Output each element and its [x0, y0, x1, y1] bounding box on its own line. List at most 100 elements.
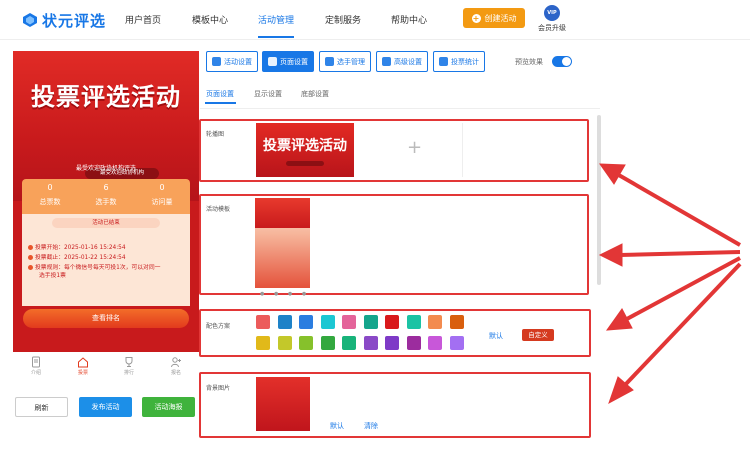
background-default-link[interactable]: 默认: [330, 421, 344, 431]
activity-poster-button[interactable]: 活动海报: [142, 397, 195, 417]
subtab-footer-settings[interactable]: 底部设置: [301, 89, 329, 99]
gear-icon: [268, 57, 277, 66]
preview-effect-label: 预览效果: [515, 58, 543, 66]
banner-upload-slot[interactable]: +: [363, 123, 463, 177]
subtab-active-underline: [205, 102, 236, 104]
color-swatch[interactable]: [363, 336, 378, 350]
create-activity-button[interactable]: + 创建活动: [463, 8, 525, 28]
tab-contestant-management[interactable]: 选手管理: [319, 51, 371, 72]
activity-info-card: 活动已结束 投票开始：2025-01-16 15:24:54 投票截止：2025…: [22, 214, 190, 306]
clock-icon: [28, 245, 33, 250]
color-swatch[interactable]: [299, 336, 313, 350]
color-swatch[interactable]: [406, 336, 421, 350]
person-add-icon: [171, 357, 181, 368]
divider: [200, 108, 600, 109]
background-clear-link[interactable]: 清除: [364, 421, 378, 431]
vote-start-line: 投票开始：2025-01-16 15:24:54: [28, 244, 126, 252]
color-swatch[interactable]: [385, 315, 399, 329]
refresh-button[interactable]: 刷新: [15, 397, 68, 417]
vote-rule-line-cont: 选手投1票: [39, 273, 66, 279]
nav-active-underline: [258, 36, 294, 38]
publish-activity-button[interactable]: 发布活动: [79, 397, 132, 417]
stat-contestants-label: 选手数: [95, 198, 117, 206]
subtab-page-settings[interactable]: 页面设置: [206, 89, 234, 99]
banner-label: 轮播图: [206, 131, 225, 138]
vote-end-line: 投票截止：2025-01-22 15:24:54: [28, 254, 126, 262]
plus-icon: +: [471, 13, 481, 23]
view-ranking-button[interactable]: 查看排名: [23, 309, 189, 328]
tab-signup[interactable]: 报名: [161, 356, 191, 376]
logo-icon: [23, 13, 37, 27]
subtab-display-settings[interactable]: 显示设置: [254, 89, 282, 99]
bar-chart-icon: [439, 57, 448, 66]
tab-activity-settings[interactable]: 活动设置: [206, 51, 258, 72]
nav-template-center[interactable]: 模板中心: [192, 13, 228, 26]
vip-upgrade-label[interactable]: 会员升级: [538, 23, 566, 33]
stat-visits-label: 访问量: [151, 198, 173, 206]
color-swatch[interactable]: [256, 315, 270, 329]
tab-intro[interactable]: 介绍: [21, 356, 51, 376]
info-icon: [28, 265, 33, 270]
nav-user-home[interactable]: 用户首页: [125, 13, 161, 26]
color-swatch[interactable]: [342, 336, 356, 350]
color-swatch[interactable]: [277, 336, 292, 350]
plus-icon: +: [407, 137, 423, 158]
template-thumbnail[interactable]: [255, 198, 310, 288]
home-icon: [78, 357, 88, 368]
document-icon: [32, 356, 40, 368]
activity-ended-badge: 活动已结束: [52, 218, 160, 228]
color-custom-button[interactable]: 自定义: [522, 329, 554, 341]
color-swatch[interactable]: [299, 315, 313, 329]
organization-line: 最受欢迎政协机构评选: [75, 165, 136, 172]
tab-page-settings[interactable]: 页面设置: [262, 51, 314, 72]
sliders-icon: [382, 57, 391, 66]
color-swatch[interactable]: [277, 315, 292, 329]
tab-ranking[interactable]: 排行: [114, 356, 144, 376]
tab-vote[interactable]: 投票: [68, 356, 98, 376]
banner-image-pill: [286, 161, 324, 166]
color-swatch[interactable]: [320, 315, 335, 329]
color-scheme-label: 配色方案: [206, 323, 231, 330]
stats-row: 0 总票数 6 选手数 0 访问量: [22, 179, 190, 214]
preview-toggle[interactable]: [552, 56, 572, 67]
stat-visits-value: 0: [159, 183, 165, 192]
vote-rule-line: 投票规则：每个微信号每天可投1次，可以对同一: [28, 264, 160, 272]
vip-icon[interactable]: VIP: [544, 5, 560, 21]
nav-activity-management[interactable]: 活动管理: [258, 13, 294, 26]
color-swatch[interactable]: [428, 315, 442, 329]
background-image-label: 背景图片: [206, 385, 231, 392]
hero-title: 投票评选活动: [31, 83, 181, 111]
color-swatch[interactable]: [449, 315, 464, 329]
background-image-thumbnail[interactable]: [256, 377, 310, 431]
color-default-link[interactable]: 默认: [489, 331, 503, 341]
annotation-arrows: [598, 163, 742, 405]
template-pager-dots[interactable]: ● ● ● ●: [260, 291, 310, 297]
tab-advanced-settings[interactable]: 高级设置: [376, 51, 428, 72]
nav-help-center[interactable]: 帮助中心: [391, 13, 427, 26]
stat-contestants-value: 6: [103, 183, 109, 192]
banner-image[interactable]: 投票评选活动: [256, 123, 354, 177]
color-swatch[interactable]: [363, 315, 378, 329]
color-swatch[interactable]: [449, 336, 464, 350]
top-navigation-bar: [0, 0, 750, 40]
users-icon: [325, 57, 334, 66]
brand-name: 状元评选: [42, 11, 107, 30]
settings-icon: [212, 57, 221, 66]
color-swatch[interactable]: [406, 315, 421, 329]
template-label: 活动模板: [206, 206, 231, 213]
nav-custom-service[interactable]: 定制服务: [325, 13, 361, 26]
color-swatch[interactable]: [320, 336, 335, 350]
template-thumbnail-header: [255, 198, 310, 228]
create-activity-label: 创建活动: [484, 13, 517, 23]
color-swatch[interactable]: [256, 336, 270, 350]
clock-icon: [28, 255, 33, 260]
color-swatch[interactable]: [342, 315, 356, 329]
color-swatch[interactable]: [385, 336, 399, 350]
stat-total-votes-value: 0: [47, 183, 53, 192]
tab-vote-statistics[interactable]: 投票统计: [433, 51, 485, 72]
phone-preview: 投票评选活动 最受欢迎政协机构 最受欢迎政协机构评选 0 总票数 6 选手数 0…: [13, 51, 199, 352]
brand-logo[interactable]: 状元评选: [22, 9, 106, 31]
color-swatch[interactable]: [428, 336, 442, 350]
stat-total-votes-label: 总票数: [39, 198, 61, 206]
phone-tab-bar: 介绍 投票 排行 报名: [13, 352, 199, 380]
